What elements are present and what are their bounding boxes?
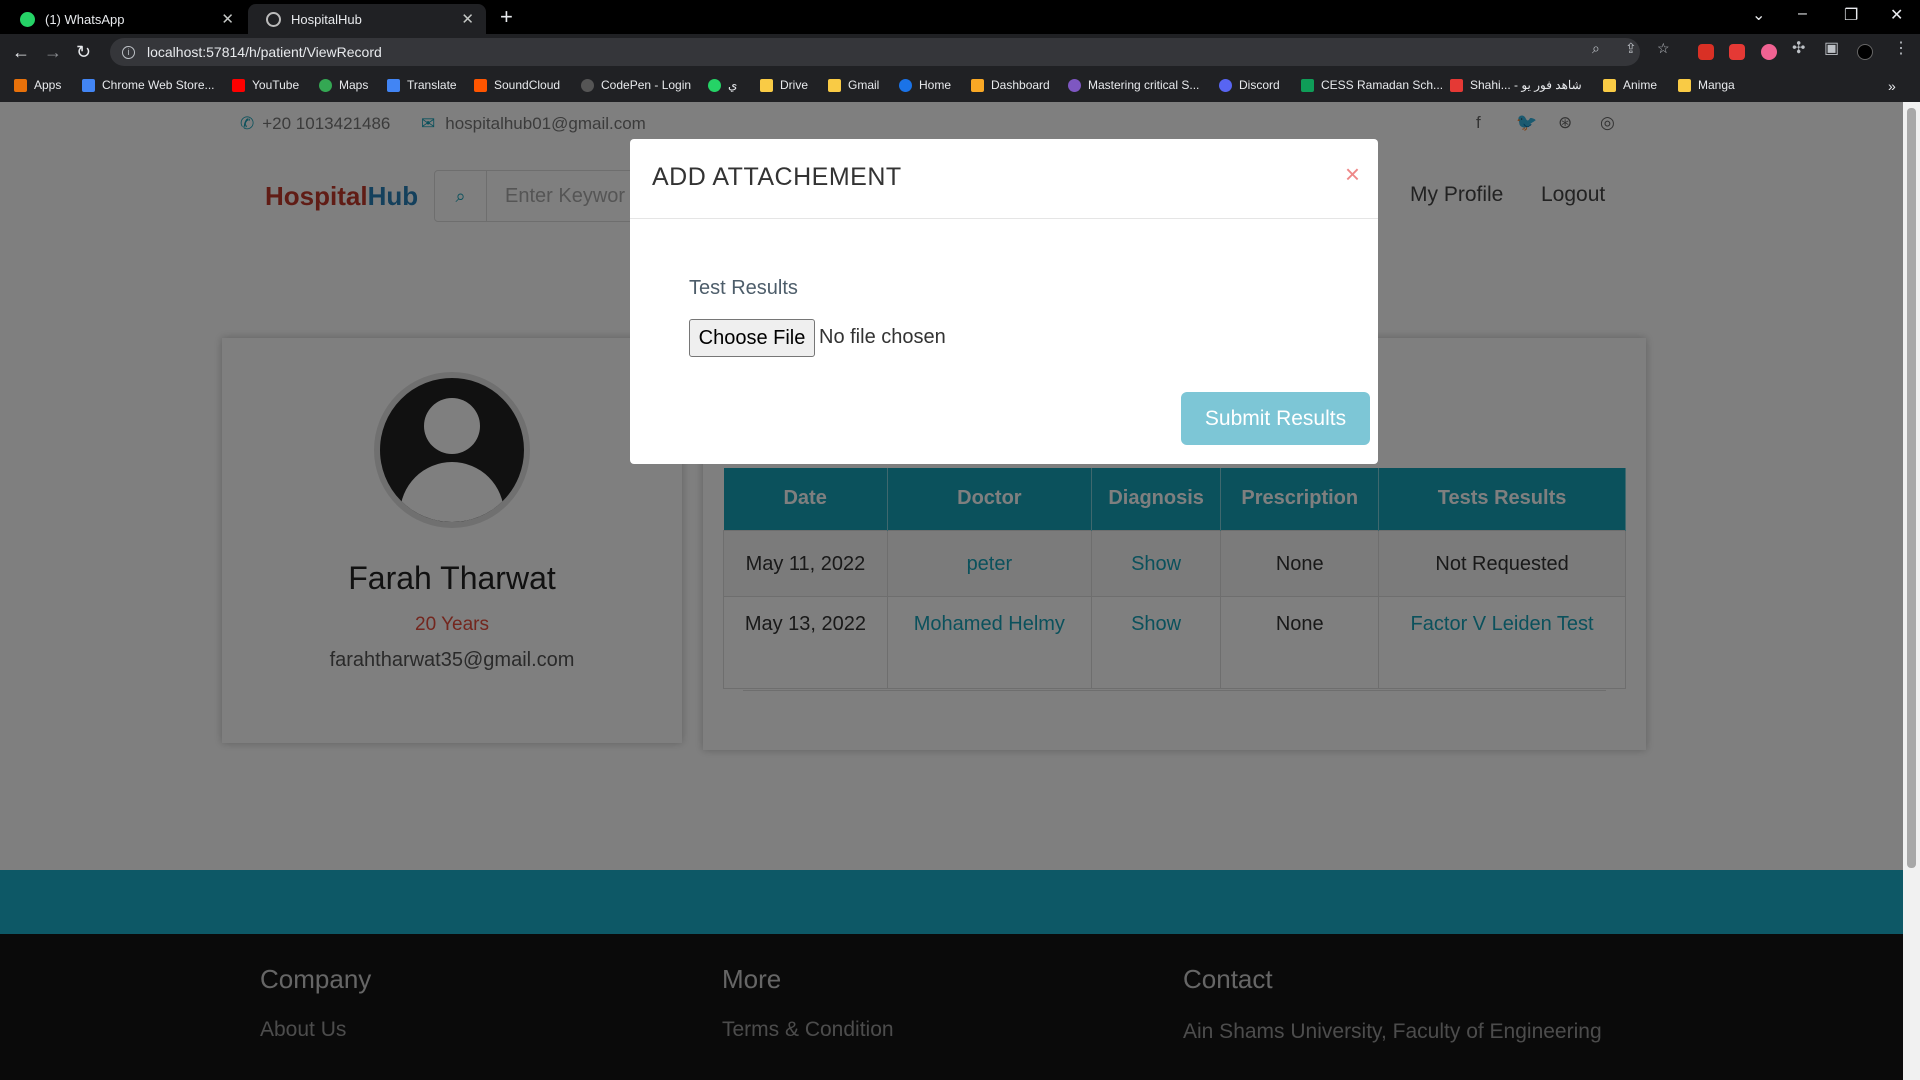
bookmark-home[interactable]: Home [899,78,951,92]
page-scrollbar[interactable] [1903,102,1920,1080]
close-tab-icon[interactable]: ✕ [461,10,474,28]
site-info-icon[interactable]: i [122,45,135,59]
browser-toolbar: ← → ↻ i localhost:57814/h/patient/ViewRe… [0,34,1920,70]
bookmark-anime[interactable]: Anime [1603,78,1657,92]
bookmark-dashboard[interactable]: Dashboard [971,78,1050,92]
sheets-icon [1301,78,1314,92]
bookmark-whatsapp[interactable]: ي [708,78,737,92]
bookmark-star-icon[interactable]: ☆ [1657,40,1670,57]
page-viewport: ✆ +20 1013421486 ✉ hospitalhub01@gmail.c… [0,102,1903,1080]
reload-icon[interactable]: ↻ [76,42,91,63]
discord-icon [1219,78,1232,92]
side-panel-icon[interactable]: ▣ [1824,38,1839,58]
bookmark-youtube[interactable]: YouTube [232,78,299,92]
bookmark-mastering[interactable]: Mastering critical S... [1068,78,1199,92]
bookmark-chrome-web-store[interactable]: Chrome Web Store... [82,78,215,92]
choose-file-button[interactable]: Choose File [689,319,815,357]
bookmark-soundcloud[interactable]: SoundCloud [474,78,560,92]
address-bar[interactable]: i localhost:57814/h/patient/ViewRecord [110,38,1640,66]
dashboard-icon [971,78,984,92]
modal-header: ADD ATTACHEMENT × [630,139,1378,219]
adblock-extension-icon[interactable] [1698,44,1714,60]
bookmark-discord[interactable]: Discord [1219,78,1280,92]
extension-icon[interactable] [1729,44,1745,60]
bookmark-cess[interactable]: CESS Ramadan Sch... [1301,78,1443,92]
bookmark-shahid[interactable]: Shahi... - شاهد فور يو [1450,78,1582,92]
file-status-text: No file chosen [819,326,946,348]
tab-title: HospitalHub [291,11,362,27]
tab-whatsapp[interactable]: (1) WhatsApp ✕ [2,4,246,34]
restore-icon[interactable]: ❐ [1844,5,1858,25]
minimize-icon[interactable]: – [1798,5,1807,23]
bookmark-translate[interactable]: Translate [387,78,457,92]
back-icon[interactable]: ← [12,42,30,63]
bookmark-codepen[interactable]: CodePen - Login [581,78,691,92]
extension-icon[interactable] [1761,44,1777,60]
chrome-web-store-icon [82,78,95,92]
whatsapp-icon [20,11,35,27]
bookmark-gmail[interactable]: Gmail [828,78,879,92]
apps-grid-icon [14,78,27,92]
bookmarks-bar: Apps Chrome Web Store... YouTube Maps Tr… [0,70,1920,102]
close-icon[interactable]: × [1345,159,1360,190]
globe-icon [266,11,281,27]
bookmark-drive[interactable]: Drive [760,78,808,92]
translate-icon [387,78,400,92]
bookmark-apps[interactable]: Apps [14,78,61,92]
extensions-puzzle-icon[interactable]: ✣ [1792,38,1805,58]
submit-results-button[interactable]: Submit Results [1181,392,1370,445]
tab-search-icon[interactable]: ⌄ [1752,5,1765,25]
test-results-label: Test Results [689,277,798,299]
forward-icon[interactable]: → [44,42,62,63]
bookmark-manga[interactable]: Manga [1678,78,1735,92]
scrollbar-thumb[interactable] [1907,108,1916,868]
bookmarks-overflow-icon[interactable]: » [1888,78,1896,94]
profile-avatar-icon[interactable] [1857,44,1873,60]
folder-icon [828,78,841,92]
tab-hospitalhub[interactable]: HospitalHub ✕ [248,4,486,34]
url-text: localhost:57814/h/patient/ViewRecord [147,44,382,60]
tab-title: (1) WhatsApp [45,11,125,27]
folder-icon [760,78,773,92]
close-tab-icon[interactable]: ✕ [221,10,234,28]
close-window-icon[interactable]: ✕ [1890,5,1903,25]
codepen-icon [581,78,594,92]
share-icon[interactable]: ⇪ [1625,40,1637,57]
bookmark-maps[interactable]: Maps [319,78,368,92]
browser-tab-bar: (1) WhatsApp ✕ HospitalHub ✕ + ⌄ – ❐ ✕ [0,0,1920,34]
zoom-icon[interactable]: ⌕ [1592,40,1600,57]
maps-pin-icon [319,78,332,92]
add-attachment-modal: ADD ATTACHEMENT × Test Results Choose Fi… [630,139,1378,464]
new-tab-icon[interactable]: + [500,4,513,30]
folder-icon [1603,78,1616,92]
whatsapp-icon [708,78,721,92]
shahid-icon [1450,78,1463,92]
folder-icon [1678,78,1691,92]
soundcloud-icon [474,78,487,92]
youtube-icon [232,78,245,92]
home-site-icon [899,78,912,92]
course-icon [1068,78,1081,92]
modal-title: ADD ATTACHEMENT [652,163,902,191]
menu-kebab-icon[interactable]: ⋮ [1893,38,1909,58]
